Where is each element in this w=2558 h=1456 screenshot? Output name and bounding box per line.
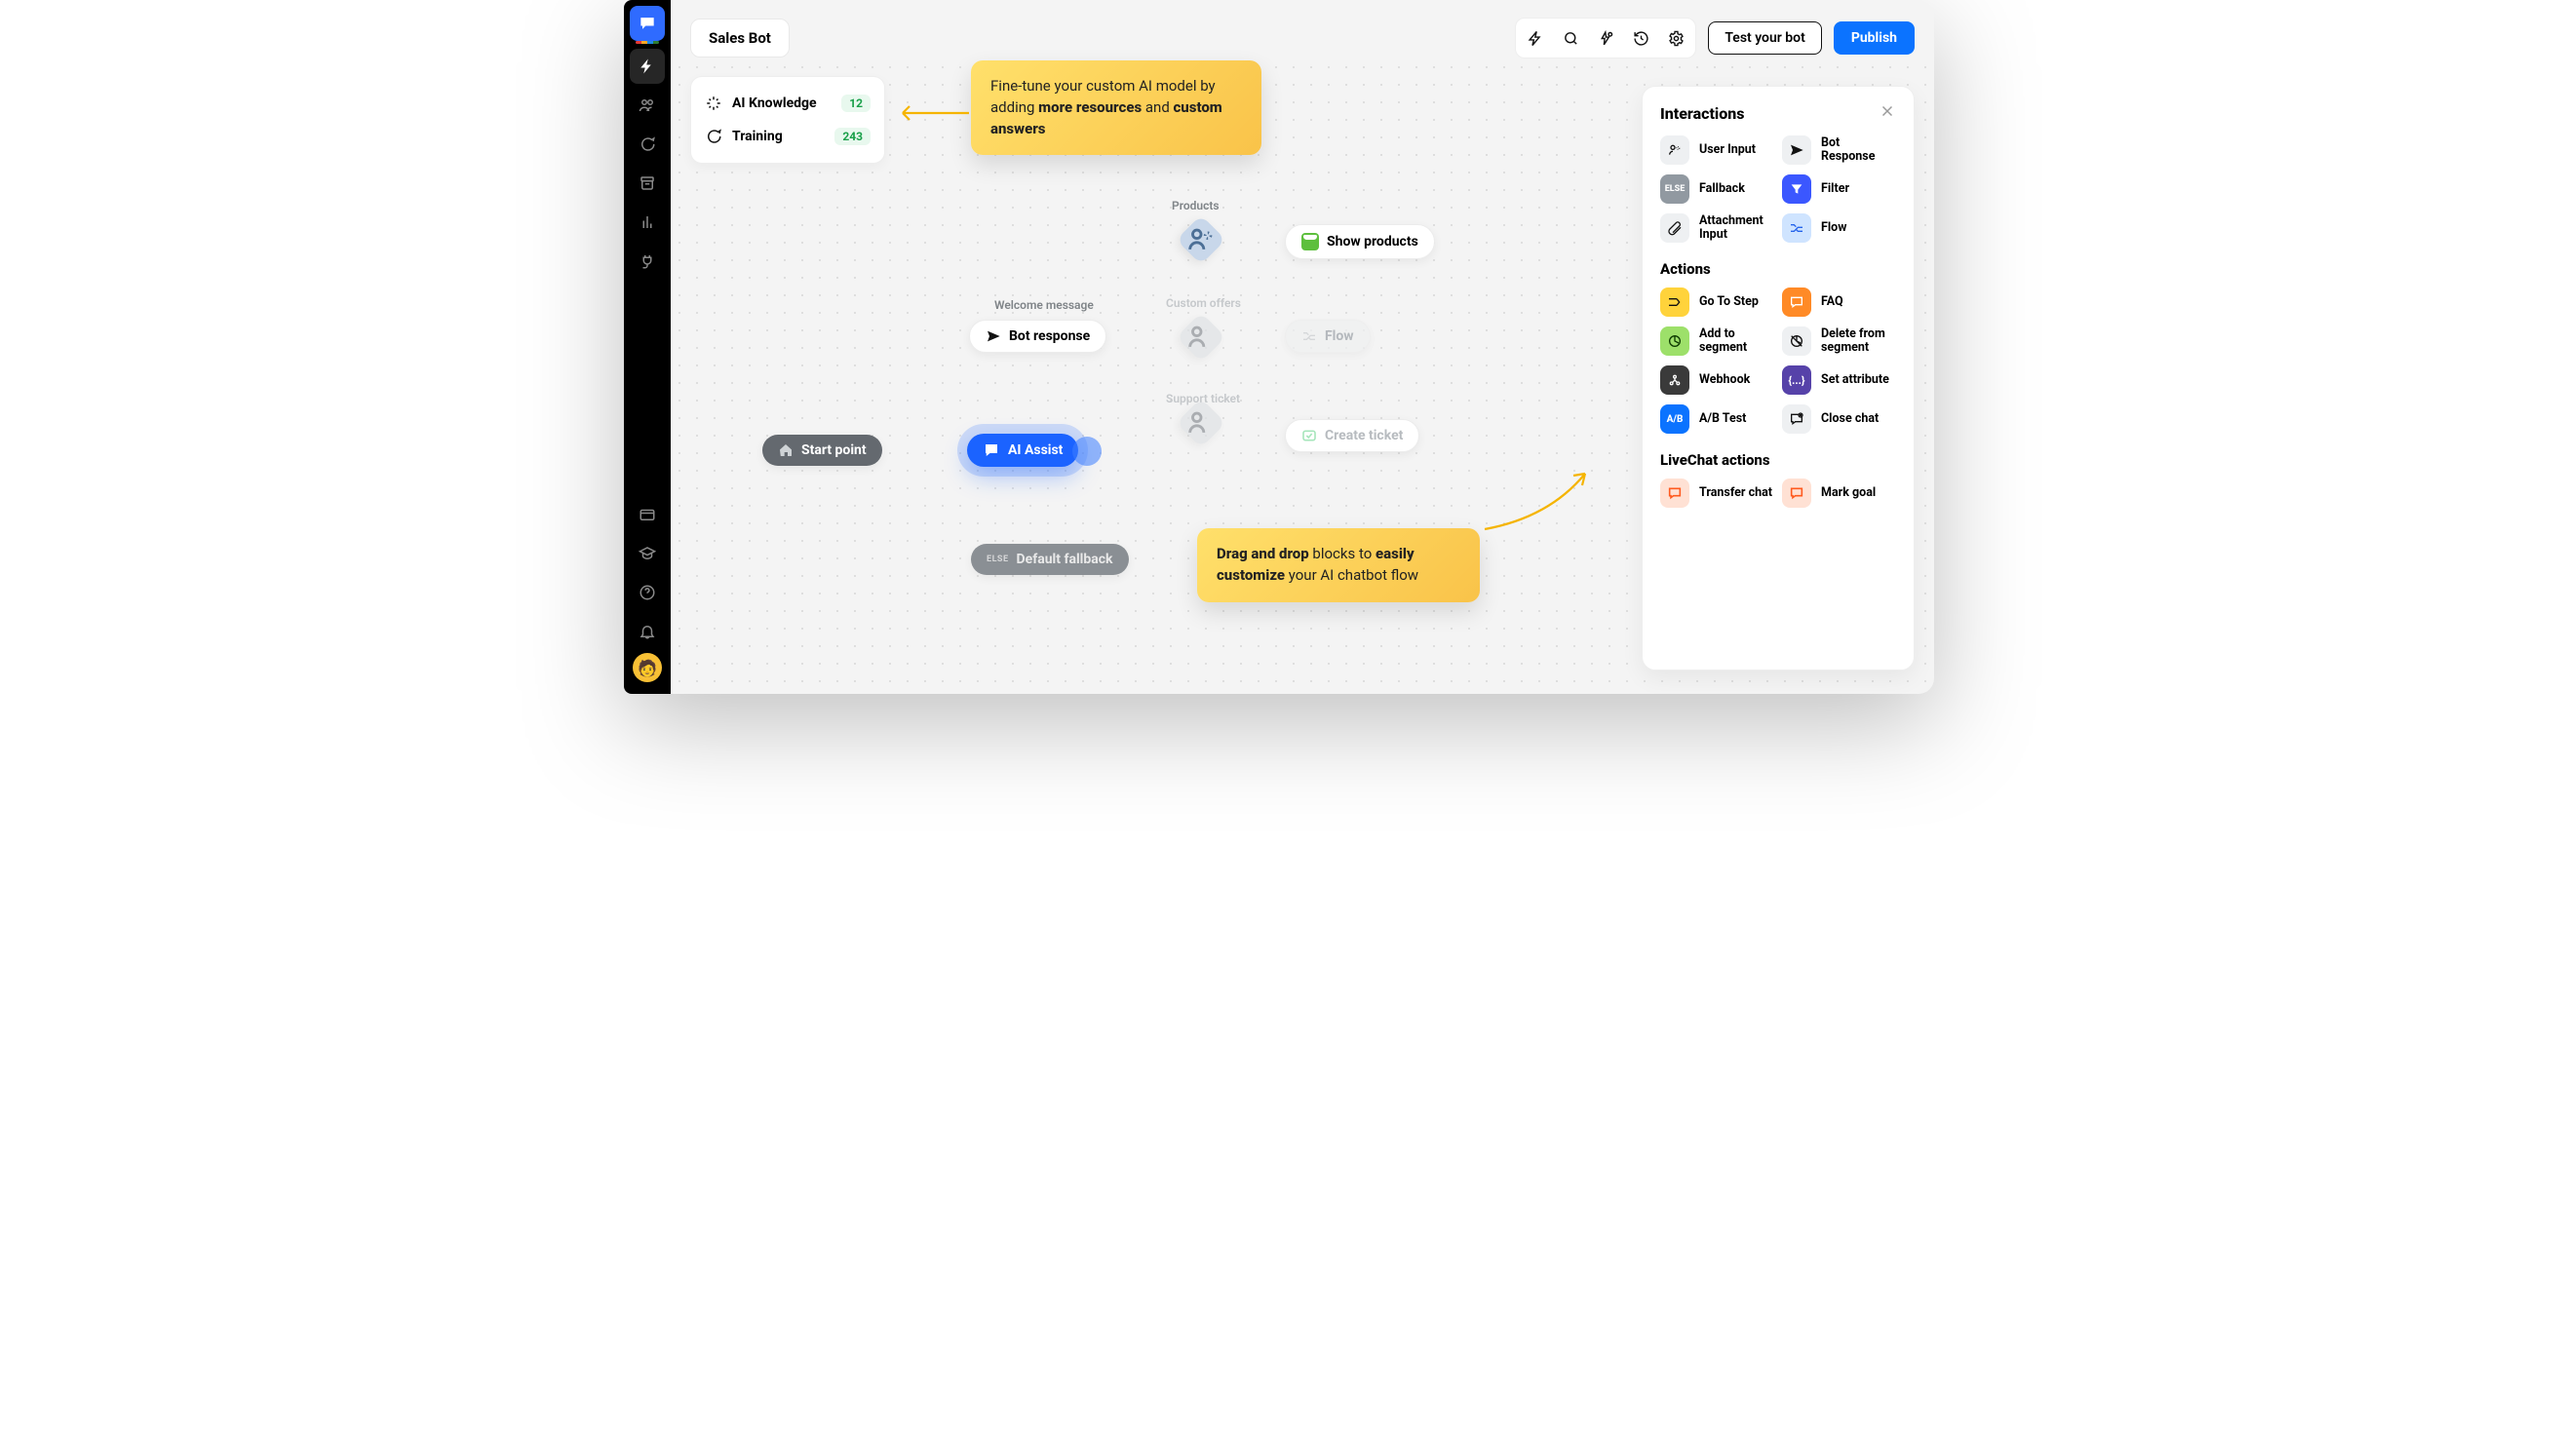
rail-chats[interactable] xyxy=(630,127,665,162)
node-ai-assist[interactable]: AI Assist xyxy=(967,434,1078,467)
rail-integrations[interactable] xyxy=(630,244,665,279)
block-webhook[interactable]: Webhook xyxy=(1660,365,1774,395)
rail-analytics[interactable] xyxy=(630,205,665,240)
block-delete-segment[interactable]: Delete from segment xyxy=(1782,326,1896,356)
chat-logo-icon xyxy=(638,14,657,33)
arrow-curve-icon xyxy=(1480,466,1597,534)
bolt-settings-icon[interactable] xyxy=(1588,20,1623,56)
training-icon xyxy=(705,128,722,145)
rail-users[interactable] xyxy=(630,88,665,123)
block-ab-test[interactable]: A/BA/B Test xyxy=(1660,404,1774,434)
block-mark-goal[interactable]: Mark goal xyxy=(1782,479,1896,508)
chat-bubble-icon xyxy=(983,441,1000,459)
gear-icon[interactable] xyxy=(1658,20,1693,56)
side-rail: 🧑 xyxy=(624,0,671,694)
ticket-check-icon xyxy=(1301,428,1317,443)
node-start-point[interactable]: Start point xyxy=(762,435,882,466)
node-tag-welcome: Welcome message xyxy=(994,298,1094,312)
main-canvas: Sales Bot Test your bot Publish AI Knowl… xyxy=(671,0,1934,694)
zap-icon[interactable] xyxy=(1518,20,1553,56)
actions-heading: Actions xyxy=(1660,260,1896,278)
node-show-products[interactable]: Show products xyxy=(1285,224,1435,259)
search-icon[interactable] xyxy=(1553,20,1588,56)
callout-finetune: Fine-tune your custom AI model by adding… xyxy=(971,60,1261,155)
node-create-ticket[interactable]: Create ticket xyxy=(1285,419,1419,452)
topbar: Sales Bot Test your bot Publish xyxy=(690,18,1915,58)
node-flow-chip[interactable]: Flow xyxy=(1285,320,1371,353)
rail-flows[interactable] xyxy=(630,49,665,84)
bot-name-chip[interactable]: Sales Bot xyxy=(690,19,790,57)
test-bot-button[interactable]: Test your bot xyxy=(1708,21,1821,55)
livechat-heading: LiveChat actions xyxy=(1660,451,1896,469)
training-count: 243 xyxy=(834,128,871,145)
diamond-products[interactable] xyxy=(1177,215,1226,265)
close-icon[interactable] xyxy=(1879,102,1896,124)
node-tag-custom: Custom offers xyxy=(1166,296,1241,310)
block-close-chat[interactable]: Close chat xyxy=(1782,404,1896,434)
ai-knowledge-count: 12 xyxy=(841,95,871,112)
rail-learn[interactable] xyxy=(630,536,665,571)
node-tag-products: Products xyxy=(1172,199,1220,212)
topbar-actions: Test your bot Publish xyxy=(1515,18,1915,58)
app-shell: 🧑 Sales Bot Test your bot Publish xyxy=(624,0,1934,694)
block-attachment-input[interactable]: Attachment Input xyxy=(1660,213,1774,243)
panel-title: Interactions xyxy=(1660,104,1744,123)
block-fallback[interactable]: ELSEFallback xyxy=(1660,174,1774,204)
diamond-support[interactable] xyxy=(1177,399,1226,448)
callout-dragdrop: Drag and drop blocks to easily customize… xyxy=(1197,528,1480,602)
publish-button[interactable]: Publish xyxy=(1834,21,1915,55)
ai-halo-dot xyxy=(1072,437,1102,466)
user-avatar[interactable]: 🧑 xyxy=(633,653,662,682)
knowledge-card: AI Knowledge 12 Training 243 xyxy=(690,76,885,164)
rail-billing[interactable] xyxy=(630,497,665,532)
rail-help[interactable] xyxy=(630,575,665,610)
rail-notifications[interactable] xyxy=(630,614,665,649)
history-icon[interactable] xyxy=(1623,20,1658,56)
ai-knowledge-row[interactable]: AI Knowledge 12 xyxy=(703,87,872,120)
block-filter[interactable]: Filter xyxy=(1782,174,1896,204)
block-set-attribute[interactable]: {...}Set attribute xyxy=(1782,365,1896,395)
training-row[interactable]: Training 243 xyxy=(703,120,872,153)
arrow-left-icon xyxy=(895,101,971,125)
node-default-fallback[interactable]: ELSE Default fallback xyxy=(971,544,1129,575)
interactions-panel: Interactions User Input Bot Response ELS… xyxy=(1642,86,1915,671)
block-faq[interactable]: FAQ xyxy=(1782,287,1896,317)
node-bot-response[interactable]: Bot response xyxy=(969,320,1106,353)
flow-icon xyxy=(1301,328,1317,344)
rail-archive[interactable] xyxy=(630,166,665,201)
block-transfer-chat[interactable]: Transfer chat xyxy=(1660,479,1774,508)
block-goto-step[interactable]: Go To Step xyxy=(1660,287,1774,317)
send-icon xyxy=(986,328,1001,344)
home-icon xyxy=(778,442,794,458)
topbar-icon-group xyxy=(1515,18,1696,58)
block-add-segment[interactable]: Add to segment xyxy=(1660,326,1774,356)
ai-knowledge-label: AI Knowledge xyxy=(732,96,817,111)
sparkle-icon xyxy=(705,95,722,112)
shopify-icon xyxy=(1301,233,1319,250)
block-flow[interactable]: Flow xyxy=(1782,213,1896,243)
block-user-input[interactable]: User Input xyxy=(1660,135,1774,165)
diamond-custom[interactable] xyxy=(1177,313,1226,363)
app-logo[interactable] xyxy=(630,6,665,41)
training-label: Training xyxy=(732,129,783,144)
block-bot-response[interactable]: Bot Response xyxy=(1782,135,1896,165)
